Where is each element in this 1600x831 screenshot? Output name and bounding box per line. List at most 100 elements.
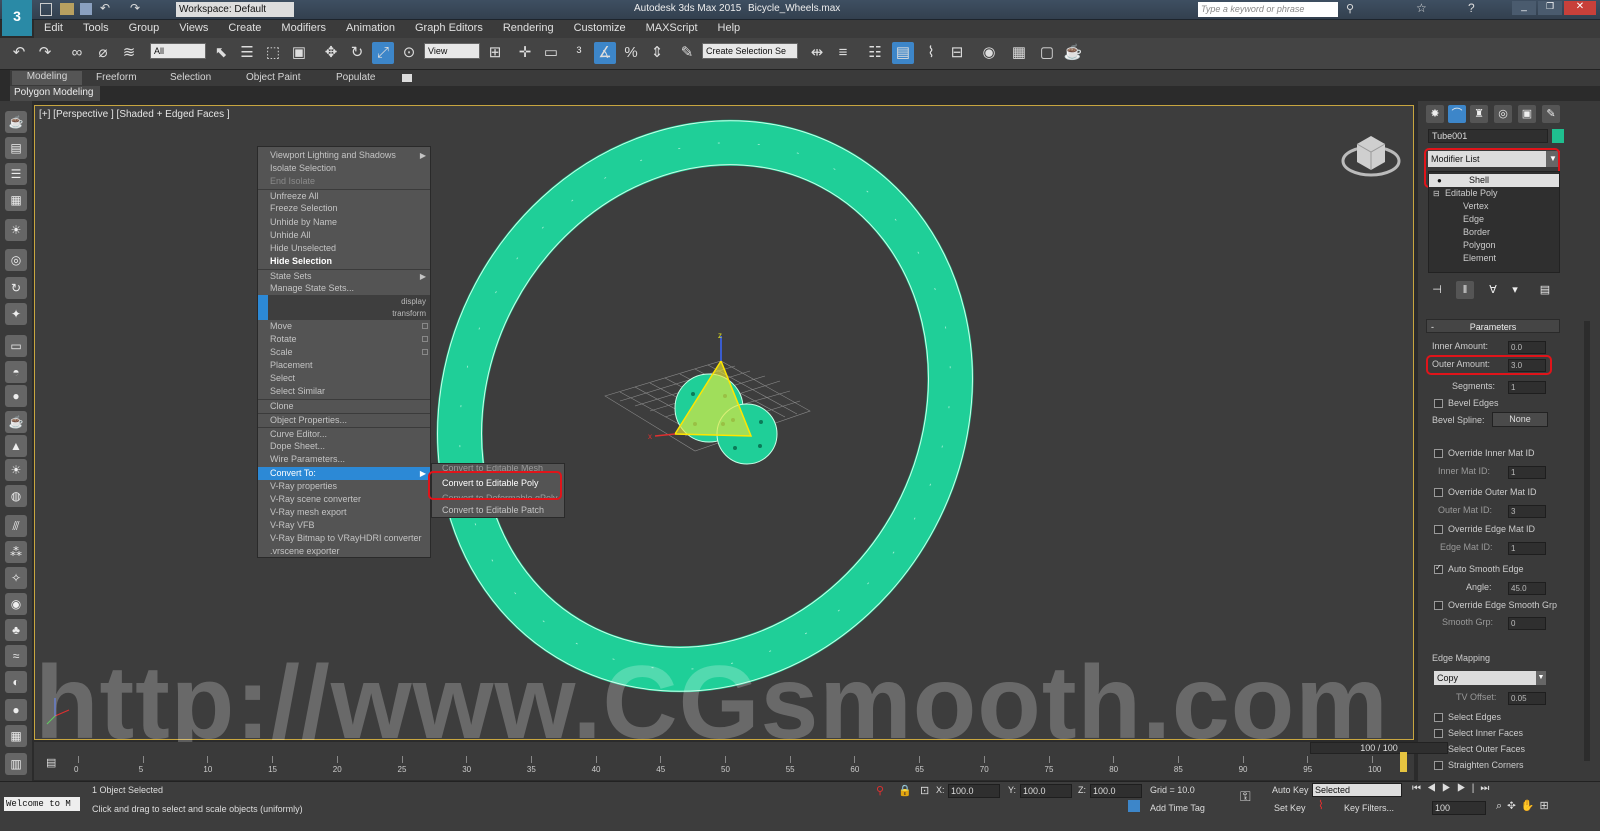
override-outer-checkbox[interactable]: [1434, 488, 1443, 497]
menu-item-vray-scene-converter[interactable]: V-Ray scene converter: [258, 493, 430, 506]
move-icon[interactable]: ✥: [320, 42, 342, 64]
bind-spacewarp-icon[interactable]: ≋: [118, 42, 140, 64]
grid-icon[interactable]: ▦: [5, 189, 27, 211]
playback-controls[interactable]: ⏮◀▶▶|⏭: [1412, 783, 1598, 799]
utilities-tab-icon[interactable]: ✎: [1542, 105, 1560, 123]
menu-item-freeze-selection[interactable]: Freeze Selection: [258, 202, 430, 215]
search-field[interactable]: Type a keyword or phrase: [1198, 2, 1338, 17]
box-icon[interactable]: ▭: [5, 335, 27, 357]
z-coord-field[interactable]: 100.0: [1090, 784, 1142, 798]
ribbon-options-icon[interactable]: [402, 74, 412, 82]
menu-item-viewport-lighting[interactable]: Viewport Lighting and Shadows ▶: [258, 149, 430, 162]
menu-item-move[interactable]: Move: [258, 320, 430, 333]
stack-sub-polygon[interactable]: Polygon: [1429, 239, 1559, 252]
bevel-edges-checkbox[interactable]: [1434, 399, 1443, 408]
render-ball-icon[interactable]: ●: [5, 699, 27, 721]
edge-mapping-dropdown[interactable]: Copy: [1434, 671, 1546, 685]
menu-item-convert-to[interactable]: Convert To: ▶: [258, 467, 430, 480]
sun-icon[interactable]: ☀: [5, 459, 27, 481]
key-icon[interactable]: ⚿: [1240, 788, 1251, 805]
menu-modifiers[interactable]: Modifiers: [271, 20, 336, 36]
x-coord-field[interactable]: 100.0: [948, 784, 1000, 798]
camera-icon[interactable]: ◎: [5, 249, 27, 271]
rendered-frame-icon[interactable]: ▢: [1036, 42, 1058, 64]
menu-edit[interactable]: Edit: [34, 20, 73, 36]
pin-icon[interactable]: ⚲: [876, 784, 884, 797]
help-icon[interactable]: ?: [1468, 1, 1475, 15]
time-tag-icon[interactable]: [1128, 800, 1140, 812]
menu-item-placement[interactable]: Placement: [258, 359, 430, 372]
outer-amount-spinner[interactable]: 3.0: [1508, 359, 1546, 372]
menu-item-isolate-selection[interactable]: Isolate Selection: [258, 162, 430, 175]
undo-icon[interactable]: ↶: [100, 1, 110, 15]
menu-graph-editors[interactable]: Graph Editors: [405, 20, 493, 36]
menu-rendering[interactable]: Rendering: [493, 20, 564, 36]
table-icon[interactable]: ▦: [5, 725, 27, 747]
object-color-swatch[interactable]: [1552, 129, 1564, 143]
menu-animation[interactable]: Animation: [336, 20, 405, 36]
override-edge-checkbox[interactable]: [1434, 525, 1443, 534]
auto-key-button[interactable]: Auto Key: [1272, 785, 1309, 795]
menu-item-vrscene-exporter[interactable]: .vrscene exporter: [258, 545, 430, 558]
menu-item-hide-unselected[interactable]: Hide Unselected: [258, 242, 430, 255]
plant-icon[interactable]: ♣: [5, 619, 27, 641]
pivot-icon[interactable]: ⊞: [484, 42, 506, 64]
manipulate-icon[interactable]: ✛: [514, 42, 536, 64]
menu-item-wire-parameters[interactable]: Wire Parameters...: [258, 453, 430, 466]
angle-spinner[interactable]: 45.0: [1508, 582, 1546, 595]
select-edges-checkbox[interactable]: [1434, 713, 1443, 722]
menu-item-rotate[interactable]: Rotate: [258, 333, 430, 346]
settings-box-icon[interactable]: [422, 336, 428, 342]
hierarchy-tab-icon[interactable]: ♜: [1470, 105, 1488, 123]
open-icon[interactable]: [60, 3, 74, 15]
save-icon[interactable]: [80, 3, 92, 15]
link-icon[interactable]: ∞: [66, 42, 88, 64]
expand-minus-icon[interactable]: ⊟: [1433, 187, 1440, 200]
menu-item-curve-editor[interactable]: Curve Editor...: [258, 427, 430, 440]
list-icon[interactable]: ☰: [5, 163, 27, 185]
schematic-view-icon[interactable]: ⊟: [946, 42, 968, 64]
time-slider[interactable]: 100 / 100: [1310, 742, 1448, 754]
timeline[interactable]: ▤ 100 / 100 0 5 10 15 20 25 30 35 40 45 50 55 60 65 70…: [34, 742, 1448, 780]
menu-item-vray-properties[interactable]: V-Ray properties: [258, 480, 430, 493]
edit-named-sets-icon[interactable]: ✎: [676, 42, 698, 64]
settings-box-icon[interactable]: [422, 323, 428, 329]
menu-item-select[interactable]: Select: [258, 372, 430, 385]
curve-icon[interactable]: ⌇: [1318, 798, 1324, 812]
menu-customize[interactable]: Customize: [564, 20, 636, 36]
layer-manager-icon[interactable]: ☷: [864, 42, 886, 64]
bevel-spline-button[interactable]: None: [1492, 412, 1548, 427]
tv-offset-spinner[interactable]: 0.05: [1508, 692, 1546, 705]
menu-item-state-sets[interactable]: State Sets ▶: [258, 269, 430, 282]
stack-item-editable-poly[interactable]: ⊟ Editable Poly: [1429, 187, 1559, 200]
particles-icon[interactable]: ⁂: [5, 541, 27, 563]
chevron-down-icon[interactable]: ▼: [1536, 671, 1546, 685]
stack-sub-element[interactable]: Element: [1429, 252, 1559, 265]
menu-item-vray-mesh-export[interactable]: V-Ray mesh export: [258, 506, 430, 519]
rotate-view-icon[interactable]: ↻: [5, 277, 27, 299]
curve-editor-icon[interactable]: ⌇: [920, 42, 942, 64]
absolute-mode-icon[interactable]: ⊡: [920, 784, 929, 797]
mini-curve-editor-icon[interactable]: ▤: [46, 756, 60, 770]
minimize-button[interactable]: _: [1512, 1, 1536, 15]
scale-icon[interactable]: ⤢: [372, 42, 394, 64]
viewport-navigation[interactable]: ⌕✥✋⊞: [1496, 799, 1554, 813]
inner-mat-spinner[interactable]: 1: [1508, 466, 1546, 479]
menu-item-unfreeze-all[interactable]: Unfreeze All: [258, 189, 430, 202]
tab-object-paint[interactable]: Object Paint: [246, 72, 300, 83]
teapot-icon[interactable]: ☕: [5, 111, 27, 133]
panel-scrollbar[interactable]: [1584, 321, 1590, 761]
menu-group[interactable]: Group: [119, 20, 170, 36]
binoculars-icon[interactable]: ⚲: [1346, 2, 1354, 15]
smooth-grp-spinner[interactable]: 0: [1508, 617, 1546, 630]
spinner-snap-icon[interactable]: ⇕: [646, 42, 668, 64]
display-tab-icon[interactable]: ▣: [1518, 105, 1536, 123]
segments-spinner[interactable]: 1: [1508, 381, 1546, 394]
trash-icon[interactable]: ▥: [5, 753, 27, 775]
compass-icon[interactable]: ✧: [5, 567, 27, 589]
light-icon[interactable]: ☀: [5, 219, 27, 241]
lightbulb-icon[interactable]: ●: [1437, 174, 1442, 187]
tab-populate[interactable]: Populate: [336, 72, 375, 83]
stack-item-shell[interactable]: ● Shell: [1429, 174, 1559, 187]
rotate-icon[interactable]: ↻: [346, 42, 368, 64]
